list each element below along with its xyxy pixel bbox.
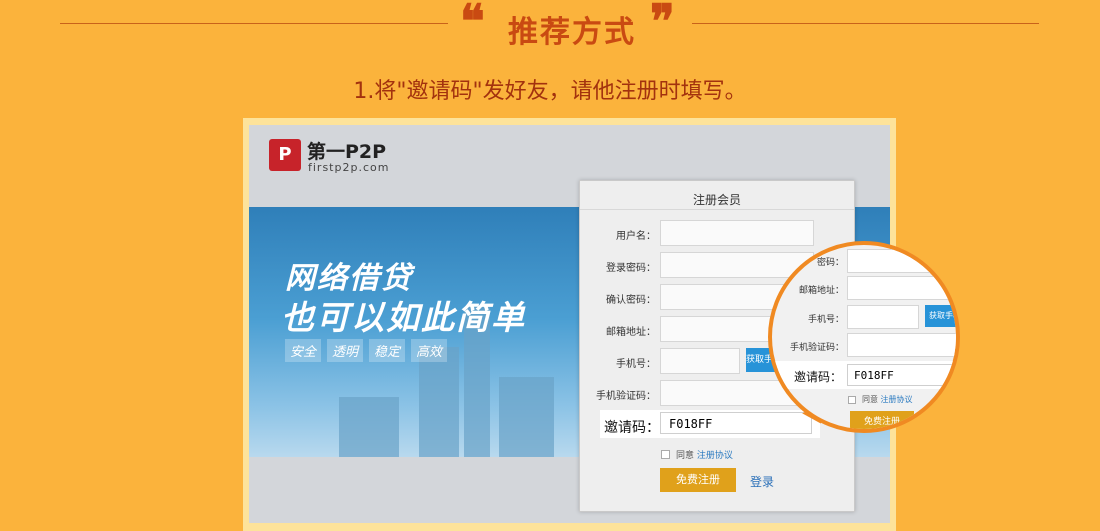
header-rule-right [692, 23, 1039, 24]
mag-password-input [847, 249, 956, 273]
hero-slogan-line2: 也可以如此简单 [281, 298, 526, 337]
confirm-password-label: 确认密码： [606, 295, 656, 306]
mag-agree-label: 同意 [862, 395, 878, 404]
close-quote-icon: ❞ [650, 0, 675, 48]
mag-email-input [847, 276, 956, 300]
site-logo-name[interactable]: 第一P2P [307, 137, 386, 164]
mag-register-button: 免费注册 [850, 411, 914, 429]
magnifier-circle: 密码： 邮箱地址： 手机号： 获取手机 手机验证码： 邀请码： F018FF 同… [768, 241, 960, 433]
hero-tag: 稳定 [369, 339, 406, 362]
mag-agreement-link: 注册协议 [880, 395, 913, 404]
mag-password-label: 密码： [816, 258, 844, 268]
register-button[interactable]: 免费注册 [660, 468, 736, 492]
mag-email-label: 邮箱地址： [798, 286, 844, 296]
mag-verify-label: 手机验证码： [789, 343, 844, 353]
invite-label: 邀请码： [604, 420, 660, 436]
agree-label: 同意 [676, 451, 695, 461]
header-rule-left [60, 23, 448, 24]
agree-checkbox[interactable] [661, 450, 670, 459]
mag-agree-checkbox [848, 396, 856, 404]
agreement-link[interactable]: 注册协议 [697, 451, 733, 461]
mag-verify-input [847, 333, 956, 357]
hero-tag: 透明 [327, 339, 364, 362]
mag-phone-input [847, 305, 919, 329]
username-input[interactable] [660, 220, 814, 246]
step-instruction: 1.将"邀请码"发好友，请他注册时填写。 [353, 79, 747, 104]
section-title: 推荐方式 [508, 15, 636, 50]
site-logo-url: firstp2p.com [308, 161, 390, 174]
mag-get-code-button: 获取手机 [925, 305, 956, 327]
mag-agree-text: 同意 注册协议 [862, 394, 913, 405]
logo-icon: P [269, 139, 301, 171]
panel-divider [580, 209, 854, 210]
city-silhouette [339, 397, 399, 457]
invite-code-input[interactable]: F018FF [660, 412, 812, 434]
agree-text: 同意 注册协议 [676, 448, 733, 461]
phone-input[interactable] [660, 348, 740, 374]
login-link[interactable]: 登录 [750, 473, 774, 490]
register-panel-title: 注册会员 [692, 193, 741, 207]
mag-invite-label: 邀请码： [794, 370, 843, 384]
open-quote-icon: ❝ [460, 0, 485, 48]
hero-tags: 安全 透明 稳定 高效 [285, 339, 448, 362]
invite-row: 邀请码： F018FF [600, 410, 820, 438]
mag-invite-row: 邀请码： F018FF [772, 361, 956, 389]
email-label: 邮箱地址： [606, 327, 656, 338]
city-silhouette [499, 377, 554, 457]
mag-phone-label: 手机号： [807, 315, 844, 325]
password-label: 登录密码： [606, 263, 656, 274]
city-silhouette [419, 347, 459, 457]
verify-code-label: 手机验证码： [596, 391, 656, 402]
hero-tag: 安全 [285, 339, 322, 362]
mag-invite-input: F018FF [847, 364, 956, 386]
phone-label: 手机号： [616, 359, 656, 370]
hero-tag: 高效 [411, 339, 448, 362]
username-label: 用户名： [616, 231, 656, 242]
